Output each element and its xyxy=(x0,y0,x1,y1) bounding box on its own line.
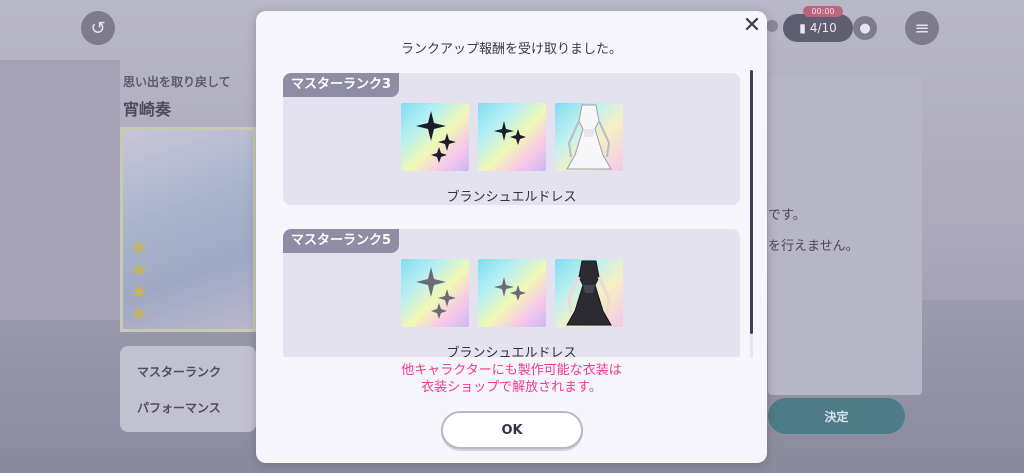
costume-white-dress-icon[interactable] xyxy=(555,103,623,171)
card-info-panel xyxy=(120,346,256,432)
star-icon: ★ xyxy=(130,279,148,303)
energy-timer: 00:00 xyxy=(803,6,843,17)
energy-counter: ▮ 4/10 xyxy=(783,14,853,42)
dialog-title: ランクアップ報酬を受け取りました。 xyxy=(400,42,622,57)
energy-counter-value: 4/10 xyxy=(809,21,837,35)
right-panel-text: です。 xyxy=(768,208,806,223)
background-wall xyxy=(0,60,120,320)
card-subtitle: 思い出を取り戻して xyxy=(123,75,231,89)
section-tag: マスターランク5 xyxy=(283,229,400,253)
star-icon: ★ xyxy=(130,301,148,325)
info-row-master-rank: マスターランク xyxy=(137,365,222,379)
scrollbar-thumb[interactable] xyxy=(750,70,753,334)
indicator-dot xyxy=(766,20,778,32)
star-icon: ★ xyxy=(130,257,148,281)
reward-item-name: ブランシュエルドレス xyxy=(446,346,577,357)
costume-black-dress-icon[interactable] xyxy=(555,259,623,327)
star-icon: ★ xyxy=(130,235,148,259)
close-icon[interactable]: ✕ xyxy=(740,14,764,38)
energy-icon: ▮ xyxy=(799,21,806,35)
right-panel-text: を行えません。 xyxy=(768,239,859,254)
character-name: 宵崎奏 xyxy=(123,100,172,119)
menu-icon[interactable]: ≡ xyxy=(905,11,939,45)
info-row-performance: パフォーマンス xyxy=(137,401,221,415)
decide-button[interactable]: 決定 xyxy=(768,398,905,434)
sparkle-material-icon[interactable] xyxy=(401,259,469,327)
reward-section: マスターランク3 ブランシュエルドレス xyxy=(283,73,740,205)
ok-button[interactable]: OK xyxy=(441,411,583,449)
reward-list[interactable]: マスターランク3 ブランシュエルドレス マスターランク5 ブランシュエルドレス xyxy=(283,73,741,357)
reward-section: マスターランク5 ブランシュエルドレス xyxy=(283,229,740,357)
section-tag: マスターランク3 xyxy=(283,73,400,97)
sparkle-material-icon[interactable] xyxy=(478,103,546,171)
gear-icon[interactable]: ● xyxy=(853,16,877,40)
sparkle-material-icon[interactable] xyxy=(478,259,546,327)
back-arrow-icon[interactable]: ↺ xyxy=(81,11,115,45)
notice-text-line2: 衣装ショップで解放されます。 xyxy=(421,380,602,395)
reward-item-name: ブランシュエルドレス xyxy=(446,190,577,205)
sparkle-material-icon[interactable] xyxy=(401,103,469,171)
